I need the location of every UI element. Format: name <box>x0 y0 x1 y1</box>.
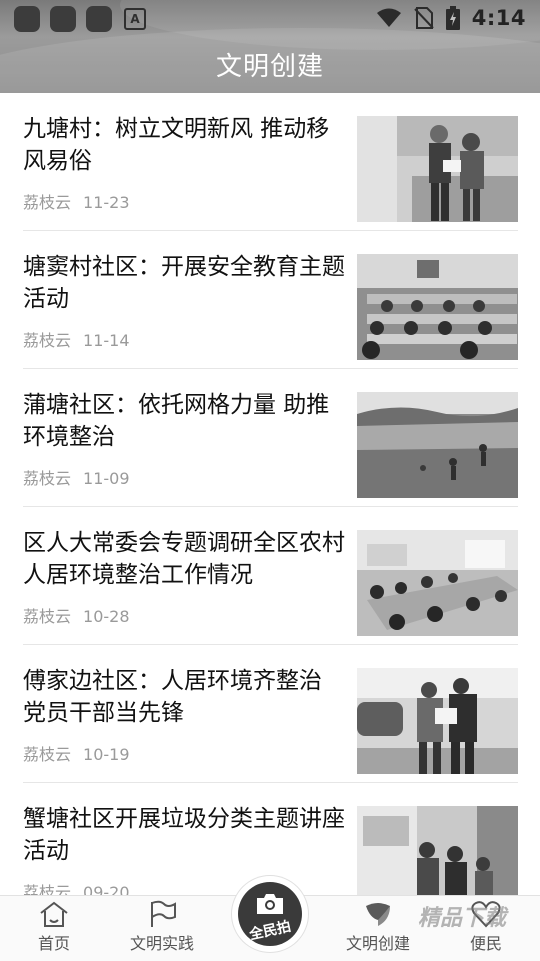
article-source: 荔枝云 <box>23 745 72 764</box>
camera-icon <box>257 894 283 914</box>
home-icon <box>40 901 68 927</box>
article-source: 荔枝云 <box>23 193 72 212</box>
article-thumbnail <box>357 116 518 222</box>
nav-home-label: 首页 <box>37 934 70 953</box>
article-thumbnail <box>357 392 518 498</box>
article-meta: 荔枝云 10-19 <box>23 741 130 765</box>
article-title: 蒲塘社区：依托网格力量 助推环境整治 <box>23 392 330 450</box>
nav-practice[interactable]: 文明实践 <box>108 896 216 961</box>
notification-icon <box>50 6 76 32</box>
article-title: 蟹塘社区开展垃圾分类主题讲座活动 <box>23 806 345 864</box>
article-date: 10-28 <box>83 607 130 626</box>
article-item[interactable]: 蒲塘社区：依托网格力量 助推环境整治 荔枝云 11-09 <box>0 369 540 507</box>
article-title: 九塘村：树立文明新风 推动移风易俗 <box>23 116 330 174</box>
snapshot-button[interactable]: 全民拍 <box>232 876 308 952</box>
nav-creation[interactable]: 文明创建 <box>324 896 432 961</box>
article-date: 11-23 <box>83 193 130 212</box>
article-meta: 荔枝云 11-14 <box>23 327 130 351</box>
article-thumbnail <box>357 668 518 774</box>
article-source: 荔枝云 <box>23 607 72 626</box>
status-time: 4:14 <box>471 6 526 30</box>
article-meta: 荔枝云 11-09 <box>23 465 130 489</box>
article-meta: 荔枝云 10-28 <box>23 603 130 627</box>
no-sim-icon <box>414 7 434 29</box>
article-title: 塘窦村社区：开展安全教育主题活动 <box>23 254 345 312</box>
article-item[interactable]: 塘窦村社区：开展安全教育主题活动 荔枝云 11-14 <box>0 231 540 369</box>
nav-practice-label: 文明实践 <box>129 934 194 953</box>
page-title: 文明创建 <box>215 52 324 82</box>
creation-icon <box>366 903 390 926</box>
article-date: 11-14 <box>83 331 130 350</box>
battery-charging-icon <box>445 6 460 30</box>
app-header: A 4:14 文明创建 <box>0 0 540 93</box>
article-source: 荔枝云 <box>23 331 72 350</box>
flag-icon <box>151 900 176 927</box>
article-item[interactable]: 九塘村：树立文明新风 推动移风易俗 荔枝云 11-23 <box>0 93 540 231</box>
article-thumbnail <box>357 530 518 636</box>
article-title: 傅家边社区：人居环境齐整治 党员干部当先锋 <box>23 668 322 726</box>
article-item[interactable]: 区人大常委会专题调研全区农村人居环境整治工作情况 荔枝云 10-28 <box>0 507 540 645</box>
keyboard-notification-icon: A <box>124 8 146 30</box>
wifi-icon <box>376 8 401 27</box>
watermark: 精品下载 <box>418 906 507 931</box>
nav-creation-label: 文明创建 <box>345 934 410 953</box>
article-source: 荔枝云 <box>23 469 72 488</box>
nav-home[interactable]: 首页 <box>0 896 108 961</box>
article-title: 区人大常委会专题调研全区农村人居环境整治工作情况 <box>23 530 345 588</box>
article-date: 11-09 <box>83 469 130 488</box>
article-date: 10-19 <box>83 745 130 764</box>
status-bar: A 4:14 <box>0 0 540 36</box>
snapshot-label: 全民拍 <box>248 918 293 944</box>
article-thumbnail <box>357 254 518 360</box>
notification-icon <box>86 6 112 32</box>
snapshot-button-inner: 全民拍 <box>238 882 302 946</box>
article-meta: 荔枝云 11-23 <box>23 189 130 213</box>
article-item[interactable]: 傅家边社区：人居环境齐整治 党员干部当先锋 荔枝云 10-19 <box>0 645 540 783</box>
notification-icon <box>14 6 40 32</box>
